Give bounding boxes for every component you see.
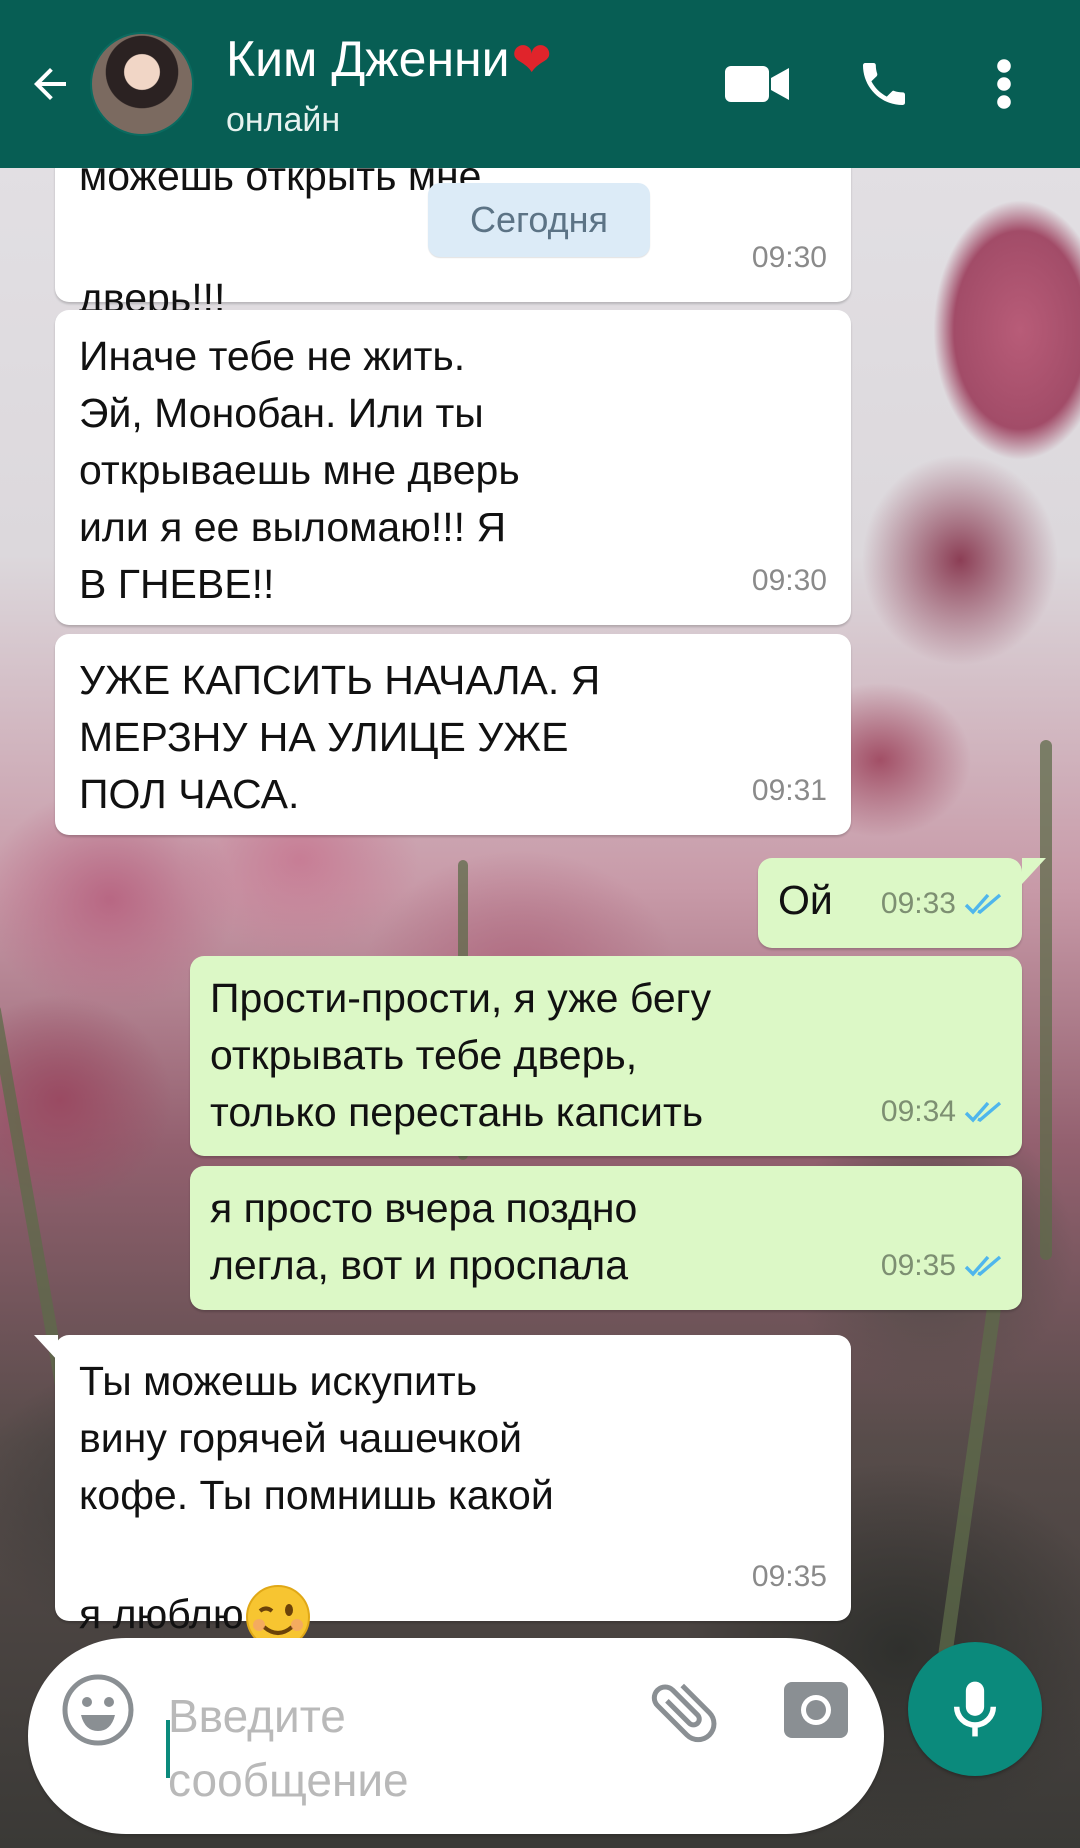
back-arrow-icon: [34, 68, 66, 100]
video-call-icon: [725, 66, 789, 102]
bubble-tail: [34, 1335, 58, 1361]
emoji-button[interactable]: [60, 1672, 136, 1748]
message-composer: Введите сообщение: [28, 1638, 884, 1834]
message-meta: 09:30: [752, 552, 827, 609]
contact-name[interactable]: Ким Дженни❤: [226, 30, 552, 90]
message-meta: 09:35: [752, 1548, 827, 1605]
heart-emoji-icon: ❤: [511, 34, 552, 87]
video-call-button[interactable]: [722, 52, 794, 116]
message-text-line: я люблю: [79, 1526, 827, 1651]
message-time: 09:31: [751, 774, 827, 807]
message-meta: 09:31: [752, 762, 827, 819]
message-time: 09:35: [751, 1560, 827, 1593]
message-time: 09:30: [751, 564, 827, 597]
message-meta: 09:33: [881, 875, 1004, 932]
contact-name-text: Ким Дженни: [226, 31, 510, 87]
more-options-button[interactable]: [980, 52, 1028, 116]
message-text: Ты можешь искупить вину горячей чашечкой…: [79, 1358, 554, 1518]
message-outgoing[interactable]: Ой 09:33: [758, 858, 1022, 948]
back-button[interactable]: [22, 56, 78, 112]
camera-button[interactable]: [780, 1672, 852, 1744]
message-text: я люблю: [79, 1590, 244, 1637]
voice-message-button[interactable]: [908, 1642, 1042, 1776]
bubble-tail: [1022, 858, 1046, 884]
attach-icon: [651, 1683, 717, 1743]
message-time: 09:33: [880, 887, 956, 920]
double-check-icon: [964, 1255, 1002, 1276]
double-check-icon: [964, 893, 1002, 914]
message-input[interactable]: Введите сообщение: [168, 1684, 548, 1812]
attach-button[interactable]: [644, 1672, 724, 1752]
message-incoming[interactable]: Ты можешь искупить вину горячей чашечкой…: [55, 1335, 851, 1649]
voice-call-button[interactable]: [852, 52, 916, 116]
chat-header: Ким Дженни❤ онлайн: [0, 0, 1080, 168]
wallpaper-stem: [1040, 740, 1052, 1260]
camera-icon: [784, 1682, 848, 1738]
message-meta: 09:30: [752, 229, 827, 286]
message-meta: 09:35: [881, 1237, 1004, 1294]
phone-icon: [863, 63, 905, 105]
message-meta: 09:34: [881, 1083, 1004, 1140]
message-time: 09:30: [751, 241, 827, 274]
message-text: Иначе тебе не жить. Эй, Монобан. Или ты …: [79, 333, 520, 607]
date-divider: Сегодня: [428, 183, 650, 257]
message-outgoing[interactable]: Прости-прости, я уже бегу открывать тебе…: [190, 956, 1022, 1156]
message-time: 09:35: [880, 1249, 956, 1282]
emoji-icon: [62, 1674, 134, 1746]
message-incoming[interactable]: УЖЕ КАПСИТЬ НАЧАЛА. Я МЕРЗНУ НА УЛИЦЕ УЖ…: [55, 634, 851, 835]
more-vert-icon: [997, 59, 1011, 109]
wallpaper-stem: [932, 1300, 1002, 1700]
message-text: УЖЕ КАПСИТЬ НАЧАЛА. Я МЕРЗНУ НА УЛИЦЕ УЖ…: [79, 657, 601, 817]
contact-status: онлайн: [226, 101, 341, 139]
message-time: 09:34: [880, 1095, 956, 1128]
message-outgoing[interactable]: я просто вчера поздно легла, вот и просп…: [190, 1166, 1022, 1310]
mic-icon: [953, 1681, 997, 1737]
message-incoming[interactable]: Иначе тебе не жить. Эй, Монобан. Или ты …: [55, 310, 851, 625]
avatar[interactable]: [90, 32, 194, 136]
double-check-icon: [964, 1101, 1002, 1122]
